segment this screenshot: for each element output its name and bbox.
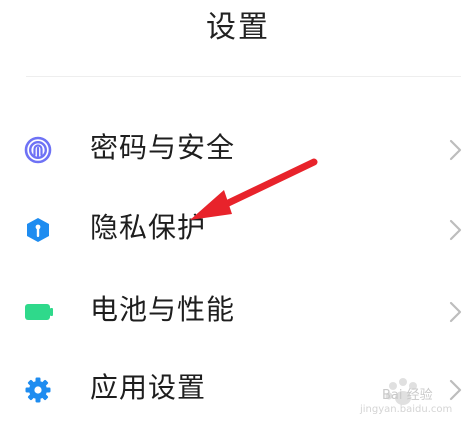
settings-item-privacy[interactable]: 隐私保护 bbox=[0, 194, 476, 264]
privacy-shield-icon bbox=[24, 216, 52, 244]
settings-item-label: 隐私保护 bbox=[90, 211, 207, 244]
chevron-right-icon bbox=[448, 300, 464, 324]
watermark-text: Bai 经验 bbox=[382, 388, 433, 403]
settings-item-password-security[interactable]: 密码与安全 bbox=[0, 114, 476, 184]
chevron-right-icon bbox=[448, 218, 464, 242]
settings-list: 密码与安全 隐私保护 电池与性能 应用设置 bbox=[0, 0, 476, 431]
settings-item-label: 电池与性能 bbox=[90, 293, 236, 326]
settings-item-label: 密码与安全 bbox=[90, 131, 236, 164]
watermark-subtext: jingyan.baidu.com bbox=[360, 404, 453, 415]
fingerprint-icon bbox=[24, 136, 52, 164]
settings-item-battery-performance[interactable]: 电池与性能 bbox=[0, 276, 476, 346]
battery-icon bbox=[24, 298, 53, 326]
gear-icon bbox=[24, 376, 52, 404]
settings-item-label: 应用设置 bbox=[90, 371, 207, 404]
chevron-right-icon bbox=[448, 138, 464, 162]
